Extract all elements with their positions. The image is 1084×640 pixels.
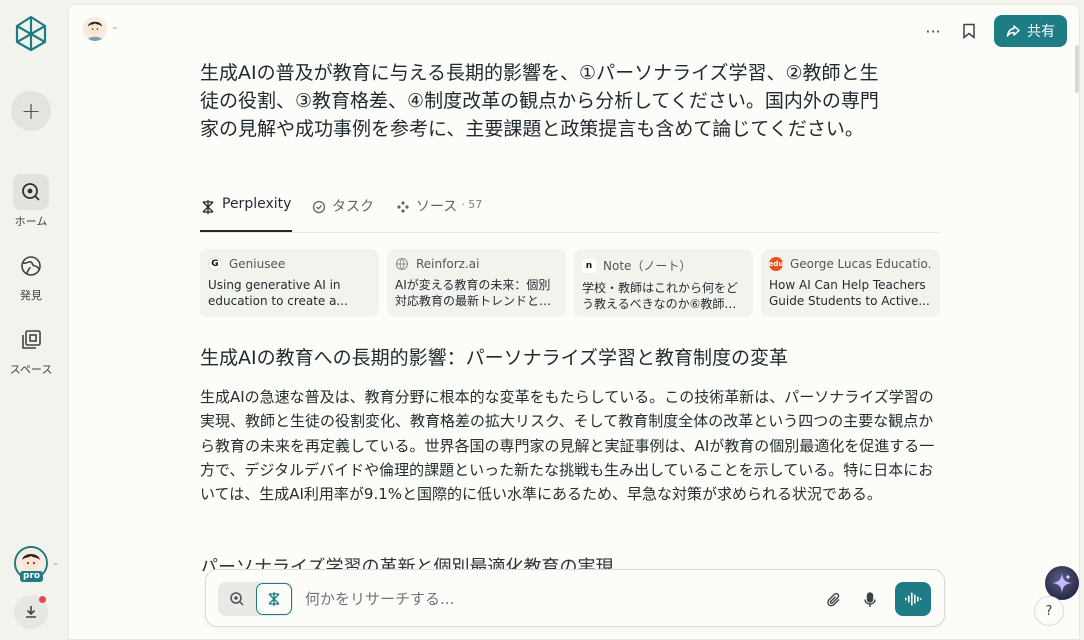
edutopia-favicon-icon: edu — [769, 257, 783, 271]
thread-author-avatar[interactable] — [83, 17, 107, 41]
dictation-button[interactable] — [858, 588, 882, 612]
sidebar-item-discover[interactable]: 発見 — [0, 248, 62, 303]
perplexity-logo-icon[interactable] — [13, 14, 49, 52]
home-search-icon — [13, 174, 49, 210]
notification-dot — [39, 596, 46, 603]
sidebar-item-label: 発見 — [20, 289, 42, 302]
result-tabs: Perplexity タスク ソース · 57 — [200, 193, 940, 233]
paperclip-icon — [827, 592, 840, 607]
tab-label: Perplexity — [222, 196, 292, 212]
chevron-down-icon: ⌄ — [52, 558, 60, 568]
source-title: Using generative AI in education to crea… — [208, 278, 348, 308]
search-input[interactable] — [305, 587, 775, 611]
search-mode-button[interactable] — [220, 584, 254, 614]
source-site: Note（ノート） — [603, 259, 692, 273]
share-button[interactable]: 共有 — [994, 15, 1067, 47]
download-icon — [26, 606, 36, 618]
active-tab-indicator — [200, 230, 292, 232]
tab-label: タスク — [332, 199, 374, 215]
microphone-icon — [864, 592, 876, 607]
voice-mode-button[interactable] — [895, 582, 931, 616]
source-title: AIが変える教育の未来：個別対応教育の最新トレンドと成... — [395, 278, 551, 308]
audio-waveform-icon — [905, 592, 922, 606]
research-mode-button[interactable] — [256, 583, 292, 615]
source-title: How AI Can Help Teachers Guide Students … — [769, 278, 930, 308]
sparkle-icon — [1052, 573, 1072, 593]
source-title: 学校・教師はこれから何をどう教えるべきなのか⑥教師の... — [582, 281, 739, 311]
answer-heading: 生成AIの教育への長期的影響：パーソナライズ学習と教育制度の変革 — [200, 347, 789, 369]
spaces-icon — [13, 322, 49, 358]
sidebar-item-label: ホーム — [14, 215, 48, 228]
sources-icon — [397, 201, 409, 213]
source-site: George Lucas Educatio... — [790, 257, 932, 271]
bookmark-icon — [963, 23, 975, 39]
new-thread-button[interactable]: + — [11, 91, 51, 131]
plus-icon: + — [20, 97, 42, 125]
source-card[interactable]: Reinforz.ai AIが変える教育の未来：個別対応教育の最新トレンドと成.… — [387, 249, 566, 317]
share-icon — [1006, 25, 1020, 37]
source-site: Reinforz.ai — [416, 257, 480, 271]
search-mode-toggle — [218, 582, 293, 616]
account-menu[interactable]: pro ⌄ — [14, 546, 60, 582]
question-icon: ? — [1045, 603, 1053, 619]
share-label: 共有 — [1027, 24, 1055, 40]
download-app-button[interactable] — [14, 595, 48, 629]
sidebar: + ホーム 発見 スペース pro ⌄ — [0, 0, 66, 640]
source-card[interactable]: n Note（ノート） 学校・教師はこれから何をどう教えるべきなのか⑥教師の..… — [574, 249, 753, 317]
assistant-orb-button[interactable] — [1045, 566, 1079, 600]
sidebar-item-spaces[interactable]: スペース — [0, 322, 62, 377]
source-card[interactable]: G Geniusee Using generative AI in educat… — [200, 249, 379, 317]
source-site: Geniusee — [229, 257, 286, 271]
check-circle-icon — [312, 200, 326, 214]
ask-input-bar — [205, 569, 945, 627]
source-count: · 57 — [461, 198, 483, 211]
globe-icon — [13, 248, 49, 284]
globe-favicon-icon — [395, 257, 409, 271]
main-panel: ⌄ ··· 共有 生成AIの普及が教育に与える長期的影響を、①パーソナライズ学習… — [68, 4, 1080, 640]
more-options-button[interactable]: ··· — [921, 19, 945, 43]
source-cards: G Geniusee Using generative AI in educat… — [200, 249, 940, 317]
answer-paragraph: 生成AIの急速な普及は、教育分野に根本的な変革をもたらしている。この技術革新は、… — [200, 388, 935, 504]
perplexity-icon — [202, 200, 214, 214]
search-icon — [230, 592, 244, 606]
attach-button[interactable] — [822, 588, 846, 612]
more-icon: ··· — [925, 21, 941, 41]
tab-sources[interactable]: ソース · 57 — [396, 193, 482, 233]
tab-perplexity[interactable]: Perplexity — [200, 193, 291, 233]
bookmark-button[interactable] — [957, 19, 981, 43]
tab-label: ソース — [416, 199, 458, 215]
source-card[interactable]: edu George Lucas Educatio... How AI Can … — [761, 249, 940, 317]
tab-tasks[interactable]: タスク — [312, 193, 374, 233]
geniusee-favicon-icon: G — [208, 257, 222, 271]
scrollbar[interactable] — [1075, 45, 1079, 93]
help-button[interactable]: ? — [1034, 596, 1064, 626]
query-text: 生成AIの普及が教育に与える長期的影響を、①パーソナライズ学習、②教師と生徒の役… — [200, 62, 879, 140]
sidebar-item-home[interactable]: ホーム — [0, 174, 62, 229]
note-favicon-icon: n — [582, 258, 596, 273]
pro-badge: pro — [20, 571, 44, 582]
chevron-down-icon[interactable]: ⌄ — [111, 22, 119, 32]
research-icon — [268, 592, 280, 606]
sidebar-item-label: スペース — [9, 363, 53, 376]
